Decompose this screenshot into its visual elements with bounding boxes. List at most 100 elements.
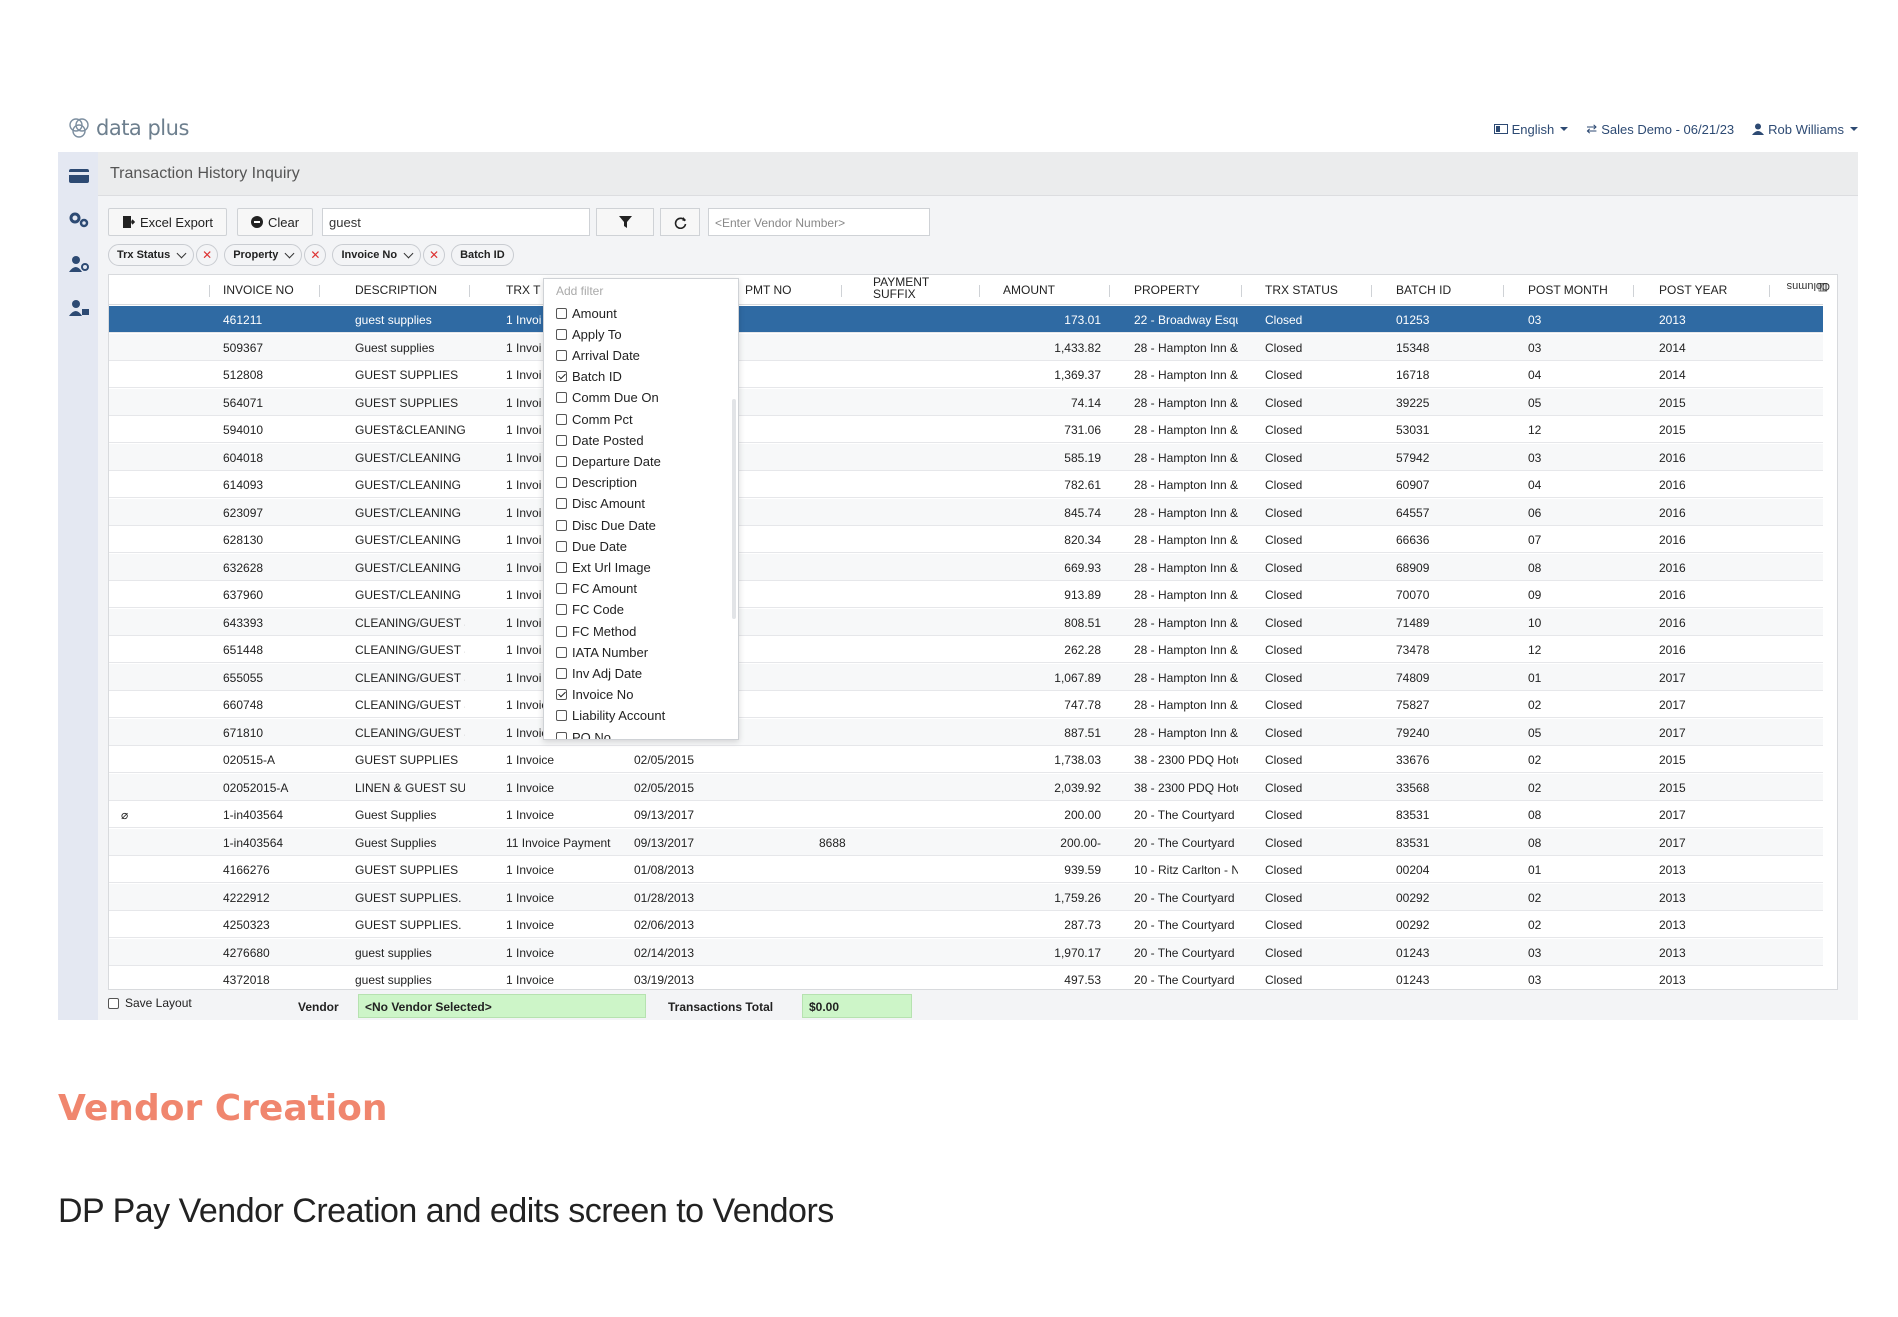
table-row[interactable]: 660748CLEANING/GUEST SUP1 Invoice02/13/2… [109,691,1823,718]
remove-chip-icon[interactable]: ✕ [304,244,327,266]
attachment-icon[interactable]: ⌀ [121,808,128,822]
table-row[interactable]: 594010GUEST&CLEANING SUPP1 Invoi731.0628… [109,416,1823,443]
table-row[interactable]: 4222912 GUEST SUPPLIES. 1 Invoice 01/28/201… [109,883,1823,911]
checkbox-icon[interactable] [556,540,567,552]
filter-option[interactable]: Comm Pct [556,409,633,429]
table-row[interactable]: 614093GUEST/CLEANING SUP1 Invoi782.6128 … [109,471,1823,498]
vendor-number-input[interactable]: <Enter Vendor Number> [708,208,930,236]
col-invoice-no[interactable]: INVOICE NO [223,283,294,297]
table-row[interactable]: 512808 GUEST SUPPLIES 1 Invoi 1,369.37 28 - … [109,361,1823,388]
checkbox-checked-icon[interactable] [556,371,567,383]
save-layout-checkbox[interactable]: Save Layout [108,996,192,1010]
remove-chip-icon[interactable]: ✕ [196,244,219,266]
table-row[interactable]: 604018GUEST/CLEANING SUP1 Invoi585.1928 … [109,443,1823,471]
filter-option[interactable]: Liability Account [556,706,665,726]
checkbox-icon[interactable] [556,477,567,489]
checkbox-icon[interactable] [556,561,567,573]
filter-option[interactable]: Amount [556,303,617,323]
filter-option[interactable]: Invoice No [556,685,633,705]
filter-option[interactable]: FC Code [556,600,624,620]
table-row[interactable]: 4372018 guest supplies 1 Invoice 03/19/2013… [109,966,1823,989]
table-row[interactable]: 628130GUEST/CLEANING SUP1 Invoi820.3428 … [109,526,1823,553]
table-row[interactable]: 461211 guest supplies 1 Invoi 173.01 22 - Br… [109,306,1823,333]
clear-button[interactable]: Clear [236,208,314,236]
checkbox-icon[interactable] [556,646,567,658]
user-lock-icon[interactable] [68,298,90,318]
filter-option[interactable]: Departure Date [556,451,661,471]
filter-option[interactable]: FC Method [556,621,636,641]
checkbox-icon[interactable] [556,731,567,739]
filter-option[interactable]: PO No. [556,727,615,739]
filter-option[interactable]: Inv Adj Date [556,663,642,683]
checkbox-icon[interactable] [556,307,567,319]
chip-property[interactable]: Property [224,244,303,266]
checkbox-icon[interactable] [556,349,567,361]
table-row[interactable]: 632628GUEST/CLEANING SUP1 Invoi669.9328 … [109,553,1823,581]
filter-option[interactable]: Date Posted [556,430,644,450]
search-input[interactable]: guest [322,208,590,236]
checkbox-icon[interactable] [556,434,567,446]
checkbox-icon[interactable] [556,498,567,510]
col-trx-status[interactable]: TRX STATUS [1265,283,1338,297]
filter-option[interactable]: Due Date [556,536,627,556]
logo[interactable]: data plus [66,115,189,141]
filter-option[interactable]: Comm Due On [556,388,659,408]
columns-panel-toggle[interactable]: ▤ Columns [1787,280,1838,362]
table-row[interactable]: 623097GUEST/CLEANING SUP1 Invoi845.7428 … [109,498,1823,526]
filter-option[interactable]: Disc Amount [556,494,645,514]
filter-option[interactable]: Arrival Date [556,345,640,365]
col-batch-id[interactable]: BATCH ID [1396,283,1451,297]
table-row[interactable]: 671810CLEANING/GUEST SUP1 Invoice05/03/2… [109,718,1823,746]
checkbox-icon[interactable] [556,710,567,722]
table-row[interactable]: 020515-A GUEST SUPPLIES 1 Invoice 02/05/201… [109,746,1823,773]
language-menu[interactable]: English [1493,121,1569,137]
filter-option[interactable]: Ext Url Image [556,557,651,577]
checkbox-icon[interactable] [556,604,567,616]
chip-invoice-no[interactable]: Invoice No [332,244,422,266]
checkbox-icon[interactable] [556,519,567,531]
checkbox-icon[interactable] [556,392,567,404]
chip-trx-status[interactable]: Trx Status [108,244,195,266]
filter-option[interactable]: Batch ID [556,367,622,387]
table-row[interactable]: 4250323 GUEST SUPPLIES. 1 Invoice 02/06/201… [109,911,1823,938]
filter-option[interactable]: Apply To [556,324,622,344]
table-row[interactable]: 1-in403564 Guest Supplies 11 Invoice Payme… [109,828,1823,856]
remove-chip-icon[interactable]: ✕ [423,244,446,266]
col-post-month[interactable]: POST MONTH [1528,283,1608,297]
table-row[interactable]: 655055CLEANING/GUEST SUP1 Invoi1,067.892… [109,663,1823,691]
dropdown-scrollbar[interactable] [732,399,736,619]
table-row[interactable]: 4166276 GUEST SUPPLIES 1 Invoice 01/08/2013… [109,856,1823,883]
refresh-button[interactable] [660,208,700,236]
checkbox-icon[interactable] [556,328,567,340]
table-row[interactable]: 509367 Guest supplies 1 Invoi 1,433.82 28 - … [109,333,1823,361]
table-row[interactable]: 637960GUEST/CLEANING SUP1 Invoi913.8928 … [109,581,1823,608]
col-pmt-no[interactable]: PMT NO [745,283,791,297]
col-trx-type[interactable]: TRX T [506,283,540,297]
checkbox-icon[interactable] [556,455,567,467]
filter-option[interactable]: IATA Number [556,642,648,662]
table-row[interactable]: 643393CLEANING/GUEST SUP1 Invoi808.5128 … [109,608,1823,636]
filter-option[interactable]: FC Amount [556,579,637,599]
table-row[interactable]: 564071 GUEST SUPPLIES 1 Invoi 74.14 28 - Ham… [109,388,1823,416]
checkbox-icon[interactable] [556,667,567,679]
col-amount[interactable]: AMOUNT [1003,283,1055,297]
table-row[interactable]: 02052015-A LINEN & GUEST SUPP 1 Invoice 02/… [109,773,1823,801]
checkbox-icon[interactable] [556,413,567,425]
table-row[interactable]: 651448CLEANING/GUEST SUP1 Invoi262.2828 … [109,636,1823,663]
credit-card-icon[interactable] [68,166,90,186]
checkbox-icon[interactable] [556,583,567,595]
chip-batch-id[interactable]: Batch ID [451,244,514,266]
col-property[interactable]: PROPERTY [1134,283,1200,297]
checkbox-icon[interactable] [556,625,567,637]
col-post-year[interactable]: POST YEAR [1659,283,1727,297]
filter-button[interactable] [596,208,654,236]
filter-option[interactable]: Disc Due Date [556,515,656,535]
checkbox-checked-icon[interactable] [556,689,567,701]
filter-option[interactable]: Description [556,473,637,493]
user-menu[interactable]: Rob Williams [1752,121,1858,137]
checkbox-icon[interactable] [108,997,119,1009]
table-row[interactable]: ⌀ 1-in403564 Guest Supplies 1 Invoice 09/13/… [109,801,1823,828]
excel-export-button[interactable]: Excel Export [108,208,227,236]
table-row[interactable]: 4276680 guest supplies 1 Invoice 02/14/2013… [109,938,1823,966]
user-settings-icon[interactable] [68,254,90,274]
